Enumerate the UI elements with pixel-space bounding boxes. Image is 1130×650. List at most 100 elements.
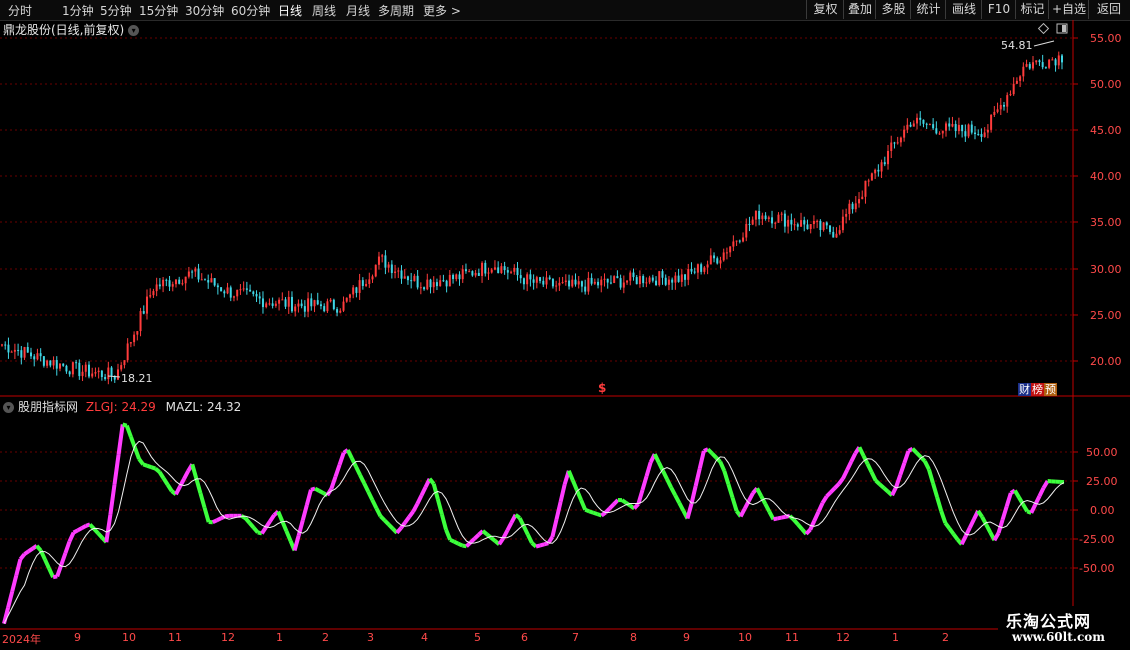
candle-body (303, 306, 306, 312)
zlgj-segment (419, 486, 428, 497)
chevron-down-icon[interactable]: ▾ (3, 402, 14, 413)
candle-body (255, 294, 258, 297)
candle-body (590, 277, 593, 284)
candle-body (880, 162, 883, 172)
zlgj-segment (14, 558, 23, 576)
candle-body (155, 284, 158, 292)
zlgj-label: ZLGJ: 24.29 (85, 400, 156, 414)
zlgj-segment (362, 482, 371, 493)
candle-body (29, 352, 32, 357)
candle-body (787, 219, 790, 227)
zlgj-segment (284, 530, 293, 542)
zlgj-segment (865, 463, 874, 474)
zlgj-segment (366, 490, 375, 501)
candle-body (986, 129, 989, 133)
candle-body (410, 280, 413, 282)
candle-body (1019, 76, 1022, 81)
candle-body (558, 282, 561, 286)
zlgj-segment (543, 541, 549, 547)
candle-body (816, 220, 819, 222)
candle-body (97, 370, 100, 373)
zlgj-segment (554, 501, 563, 520)
candle-body (1057, 55, 1060, 66)
time-tick: 12 (221, 631, 235, 644)
candle-body (928, 124, 931, 126)
candle-body (36, 353, 39, 360)
price-tick: 50.00 (1090, 78, 1122, 91)
candle-body (200, 279, 203, 281)
zlgj-segment (379, 514, 387, 522)
zlgj-segment (874, 479, 882, 486)
candle-body (999, 104, 1002, 110)
candle-body (593, 281, 596, 284)
zlgj-segment (579, 499, 588, 511)
zlgj-segment (174, 485, 182, 496)
candle-body (265, 303, 268, 308)
candle-body (771, 217, 774, 224)
candle-body (381, 255, 384, 257)
candle-body (706, 264, 709, 268)
candle-body (42, 356, 45, 366)
zlgj-segment (947, 527, 956, 536)
candle-body (597, 281, 600, 286)
candle-body (932, 124, 935, 129)
event-marker[interactable]: $ (598, 381, 606, 395)
zlgj-segment (252, 526, 260, 534)
candle-body (551, 279, 554, 287)
zlgj-segment (501, 529, 510, 540)
watermark-title: 乐淘公式网 (1006, 612, 1092, 631)
zlgj-segment (59, 552, 68, 566)
time-tick: 5 (474, 631, 481, 644)
zlgj-segment (1013, 489, 1021, 499)
candle-body (858, 199, 861, 204)
zlgj-segment (722, 470, 731, 485)
zlgj-segment (116, 424, 125, 455)
zlgj-segment (92, 527, 100, 535)
candle-body (774, 222, 777, 224)
price-tick: 45.00 (1090, 124, 1122, 137)
zlgj-segment (804, 528, 812, 536)
time-tick: 4 (421, 631, 428, 644)
candle-body (429, 279, 432, 288)
diamond-icon[interactable] (1037, 22, 1050, 35)
candle-body (1003, 104, 1006, 107)
watermark: 乐淘公式网 www.60lt.com (998, 606, 1130, 650)
badge-cai: 财 (1018, 383, 1031, 396)
zlgj-segment (403, 515, 411, 524)
zlgj-segment (264, 520, 272, 529)
candle-body (919, 117, 922, 120)
zlgj-segment (415, 494, 424, 505)
zlgj-segment (96, 531, 104, 540)
finance-badge[interactable]: 财榜预 (1018, 381, 1057, 397)
price-tick: 35.00 (1090, 216, 1122, 229)
zlgj-segment (318, 489, 325, 495)
zlgj-segment (661, 469, 669, 481)
candle-body (471, 271, 474, 276)
zlgj-segment (462, 543, 467, 549)
candle-body (371, 276, 374, 280)
candle-body (626, 280, 629, 283)
time-tick: 9 (74, 631, 81, 644)
zlgj-segment (473, 533, 481, 540)
zlgj-segment (76, 526, 83, 533)
candle-body (377, 256, 380, 265)
zlgj-segment (697, 450, 706, 469)
zlgj-segment (2, 607, 11, 625)
candle-body (123, 360, 126, 366)
candle-body (748, 223, 751, 225)
candle-body (4, 344, 7, 346)
candle-body (20, 350, 23, 358)
zlgj-segment (35, 544, 43, 552)
candle-body (497, 267, 500, 274)
candle-body (297, 303, 300, 307)
indicator-name[interactable]: 股朋指标网 (18, 400, 78, 414)
candle-body (893, 142, 896, 144)
price-tick: 30.00 (1090, 263, 1122, 276)
zlgj-segment (644, 461, 653, 477)
candle-body (403, 276, 406, 279)
candle-body (674, 275, 677, 283)
zlgj-segment (248, 521, 256, 529)
candle-body (323, 306, 326, 312)
zlgj-segment (588, 509, 594, 515)
candle-body (645, 282, 648, 284)
